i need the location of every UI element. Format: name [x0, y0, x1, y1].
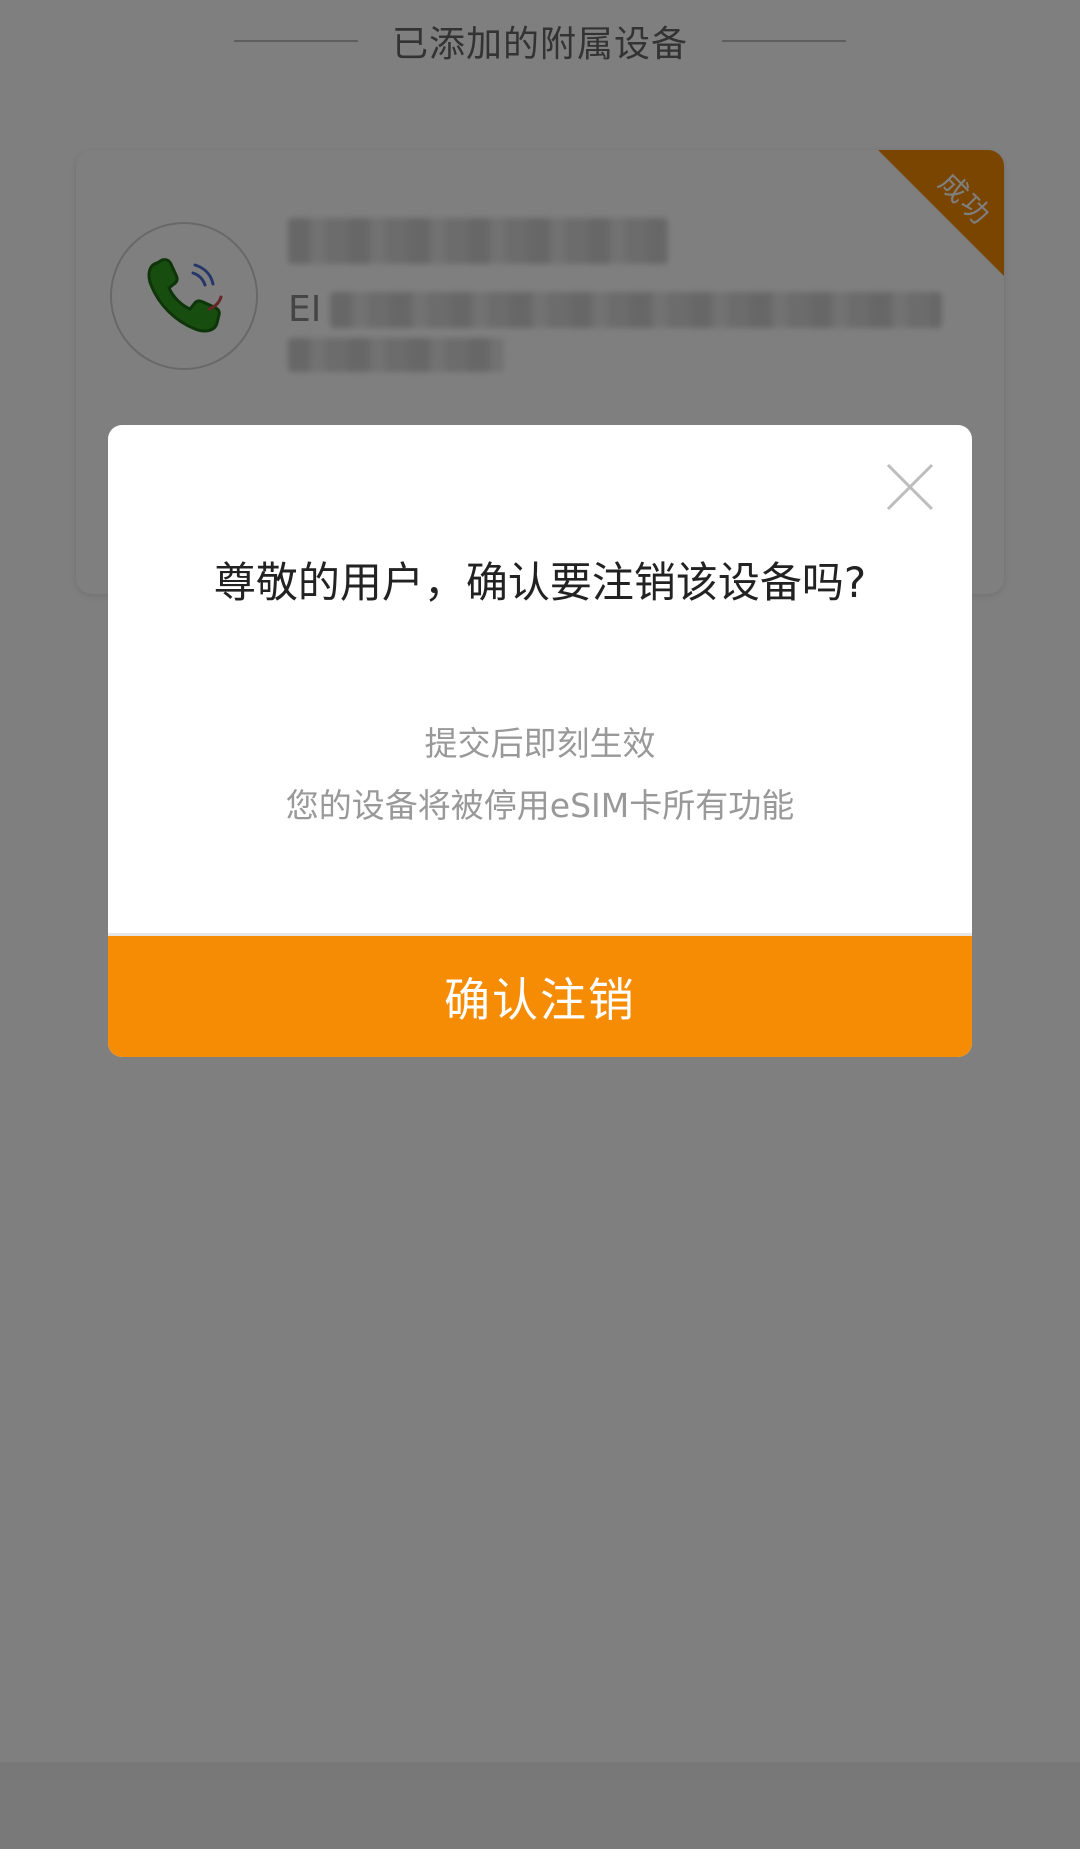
dialog-title: 尊敬的用户，确认要注销该设备吗? [213, 558, 867, 607]
close-button[interactable] [884, 461, 936, 513]
close-icon [886, 463, 934, 511]
dialog-desc-line1: 提交后即刻生效 [424, 724, 656, 763]
dialog-desc-line2: 您的设备将被停用eSIM卡所有功能 [285, 786, 795, 825]
logout-device-dialog: 尊敬的用户，确认要注销该设备吗? 提交后即刻生效 您的设备将被停用eSIM卡所有… [108, 425, 972, 1057]
dialog-description: 提交后即刻生效 您的设备将被停用eSIM卡所有功能 [108, 713, 972, 837]
confirm-logout-button[interactable]: 确认注销 [108, 936, 972, 1057]
bottom-bar-shade [0, 1762, 1080, 1849]
